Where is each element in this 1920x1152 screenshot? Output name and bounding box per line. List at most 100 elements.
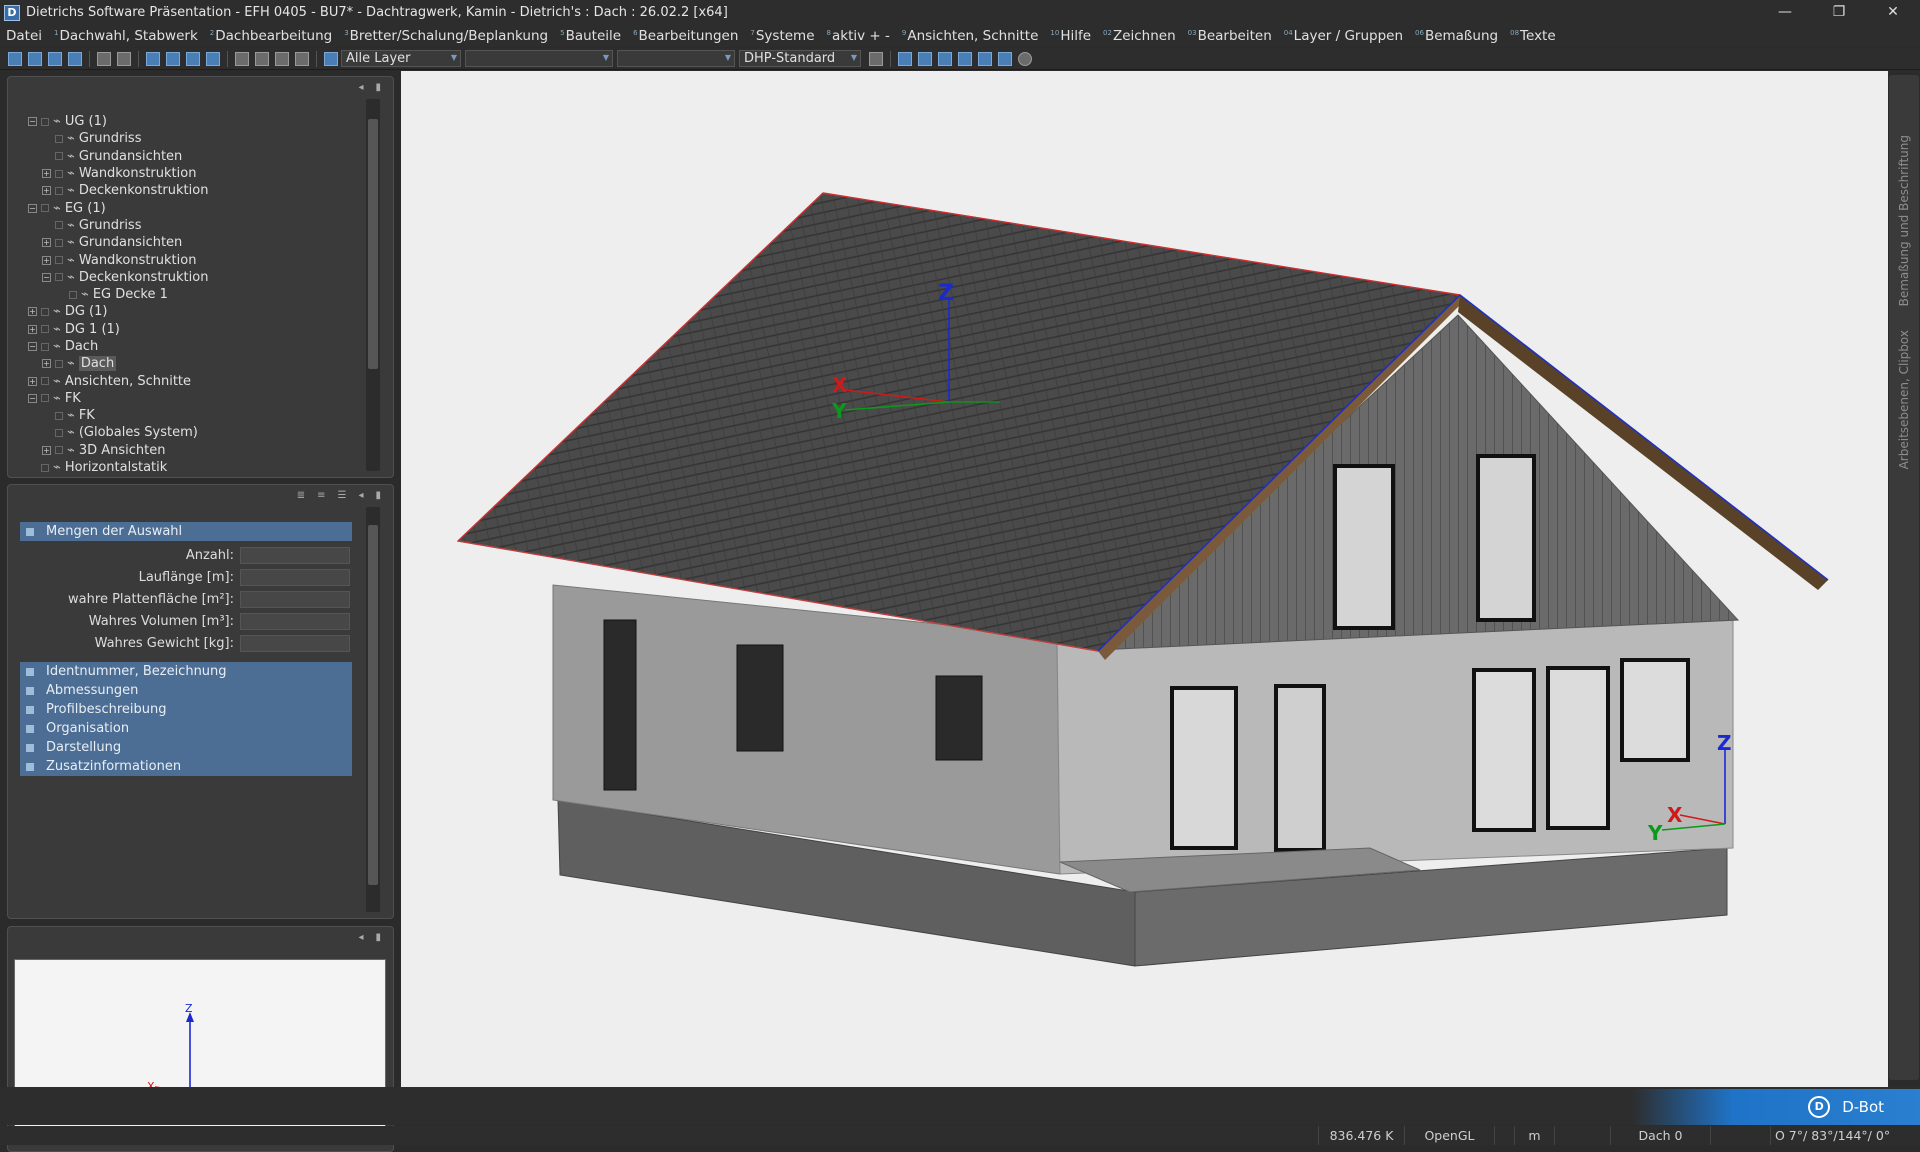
menu-item[interactable]: 1Dachwahl, Stabwerk xyxy=(48,28,204,44)
filter-select[interactable]: ▼ xyxy=(617,50,735,67)
group-select[interactable]: ▼ xyxy=(465,50,613,67)
copy-icon[interactable] xyxy=(235,51,249,66)
tree-node[interactable]: + ⌁ Deckenkonstruktion xyxy=(28,182,208,199)
scroll-thumb[interactable] xyxy=(368,119,378,369)
open-file-icon[interactable] xyxy=(28,51,42,66)
tree-node[interactable]: + ⌁ DG 1 (1) xyxy=(28,321,208,338)
visibility-checkbox[interactable] xyxy=(41,117,49,126)
visibility-checkbox[interactable] xyxy=(55,256,63,265)
minimize-button[interactable]: — xyxy=(1758,0,1812,25)
visibility-checkbox[interactable] xyxy=(41,342,49,351)
property-section[interactable]: Organisation xyxy=(20,719,352,738)
undo-icon[interactable] xyxy=(97,51,111,66)
tree-node[interactable]: − ⌁ EG (1) xyxy=(28,199,208,216)
menu-item[interactable]: 02Zeichnen xyxy=(1097,28,1182,44)
snap-icon[interactable] xyxy=(869,51,883,66)
tree-node[interactable]: ⌁ Horizontalstatik xyxy=(28,459,208,476)
pin-icon[interactable]: ◂ xyxy=(358,82,363,93)
property-section[interactable]: Darstellung xyxy=(20,738,352,757)
layer-icon[interactable] xyxy=(324,51,338,66)
visibility-checkbox[interactable] xyxy=(55,186,63,195)
expand-icon[interactable]: + xyxy=(42,359,51,369)
view-cross-icon[interactable] xyxy=(918,51,932,66)
sort-icon[interactable]: ≣ xyxy=(297,490,305,501)
visibility-checkbox[interactable] xyxy=(55,411,63,420)
tree-node[interactable]: ⌁ Grundriss xyxy=(28,130,208,147)
filter-icon[interactable] xyxy=(978,51,992,66)
pin-icon[interactable]: ◂ xyxy=(358,490,363,501)
expand-icon[interactable]: + xyxy=(42,238,51,248)
clipboard-icon[interactable] xyxy=(295,51,309,66)
visibility-checkbox[interactable] xyxy=(55,359,63,368)
expand-icon[interactable]: + xyxy=(42,169,51,179)
menu-item[interactable]: 03Bearbeiten xyxy=(1182,28,1278,44)
tree-node[interactable]: ⌁ EG Decke 1 xyxy=(28,286,208,303)
menu-item[interactable]: 3Bretter/Schalung/Beplankung xyxy=(338,28,554,44)
new-file-icon[interactable] xyxy=(8,51,22,66)
expand-icon[interactable]: + xyxy=(28,376,37,386)
expand-icon[interactable]: + xyxy=(28,307,37,317)
tree-node[interactable]: − ⌁ UG (1) xyxy=(28,113,208,130)
restore-button[interactable]: ❐ xyxy=(1812,0,1866,25)
tab-arbeitsebenen[interactable]: Arbeitsebenen, Clipbox xyxy=(1897,330,1911,469)
tree-node[interactable]: + ⌁ Dach xyxy=(28,355,208,372)
property-value[interactable] xyxy=(240,612,350,630)
menu-item[interactable]: 2Dachbearbeitung xyxy=(204,28,338,44)
visibility-checkbox[interactable] xyxy=(41,394,49,403)
tab-bemassung[interactable]: Bemaßung und Beschriftung xyxy=(1897,135,1911,306)
draw-rect-icon[interactable] xyxy=(186,51,200,66)
tree-node[interactable]: + ⌁ 3D Ansichten xyxy=(28,442,208,459)
dock-icon[interactable]: ▮ xyxy=(375,82,381,93)
export-icon[interactable] xyxy=(68,51,82,66)
visibility-checkbox[interactable] xyxy=(55,134,63,143)
expand-icon[interactable]: + xyxy=(42,186,51,196)
visibility-checkbox[interactable] xyxy=(55,446,63,455)
style-select[interactable]: DHP-Standard ▼ xyxy=(739,50,861,67)
close-button[interactable]: ✕ xyxy=(1866,0,1920,25)
details-icon[interactable]: ☰ xyxy=(337,490,346,501)
draw-line-icon[interactable] xyxy=(146,51,160,66)
property-section[interactable]: Abmessungen xyxy=(20,681,352,700)
3d-viewport[interactable]: Z X Y Z X Y xyxy=(401,71,1888,1087)
visibility-checkbox[interactable] xyxy=(55,238,63,247)
menu-item[interactable]: 9Ansichten, Schnitte xyxy=(896,28,1045,44)
menu-item[interactable]: 8aktiv + - xyxy=(821,28,896,44)
layer-select[interactable]: Alle Layer ▼ xyxy=(341,50,461,67)
paste-icon[interactable] xyxy=(255,51,269,66)
property-section[interactable]: Identnummer, Bezeichnung xyxy=(20,662,352,681)
property-value[interactable] xyxy=(240,634,350,652)
tree-node[interactable]: + ⌁ Ansichten, Schnitte xyxy=(28,372,208,389)
list-icon[interactable]: ≡ xyxy=(317,490,325,501)
visibility-checkbox[interactable] xyxy=(41,463,49,472)
property-value[interactable] xyxy=(240,590,350,608)
pin-icon[interactable]: ◂ xyxy=(358,932,363,943)
dbot-button[interactable]: D D-Bot xyxy=(1632,1089,1920,1125)
visibility-checkbox[interactable] xyxy=(55,221,63,230)
collapse-icon[interactable]: − xyxy=(28,203,37,213)
pointer-icon[interactable] xyxy=(998,51,1012,66)
visibility-checkbox[interactable] xyxy=(55,273,63,282)
menu-item[interactable]: 08Texte xyxy=(1504,28,1562,44)
tree-node[interactable]: − ⌁ Deckenkonstruktion xyxy=(28,269,208,286)
menu-item[interactable]: 7Systeme xyxy=(744,28,820,44)
visibility-checkbox[interactable] xyxy=(41,204,49,213)
collapse-icon[interactable]: − xyxy=(42,272,51,282)
view-top-icon[interactable] xyxy=(898,51,912,66)
save-icon[interactable] xyxy=(48,51,62,66)
tree-node[interactable]: + ⌁ Grundansichten xyxy=(28,234,208,251)
collapse-icon[interactable]: − xyxy=(28,393,37,403)
property-value[interactable] xyxy=(240,546,350,564)
tree-node[interactable]: ⌁ Grundansichten xyxy=(28,148,208,165)
expand-icon[interactable]: + xyxy=(28,324,37,334)
tree-node[interactable]: + ⌁ Wandkonstruktion xyxy=(28,165,208,182)
app-icon[interactable]: D xyxy=(4,4,20,21)
triangle-icon[interactable] xyxy=(958,51,972,66)
dock-icon[interactable]: ▮ xyxy=(375,932,381,943)
property-value[interactable] xyxy=(240,568,350,586)
view-side-icon[interactable] xyxy=(938,51,952,66)
draw-table-icon[interactable] xyxy=(206,51,220,66)
menu-item[interactable]: 06Bemaßung xyxy=(1409,28,1504,44)
duplicate-icon[interactable] xyxy=(275,51,289,66)
redo-icon[interactable] xyxy=(117,51,131,66)
visibility-checkbox[interactable] xyxy=(55,152,63,161)
